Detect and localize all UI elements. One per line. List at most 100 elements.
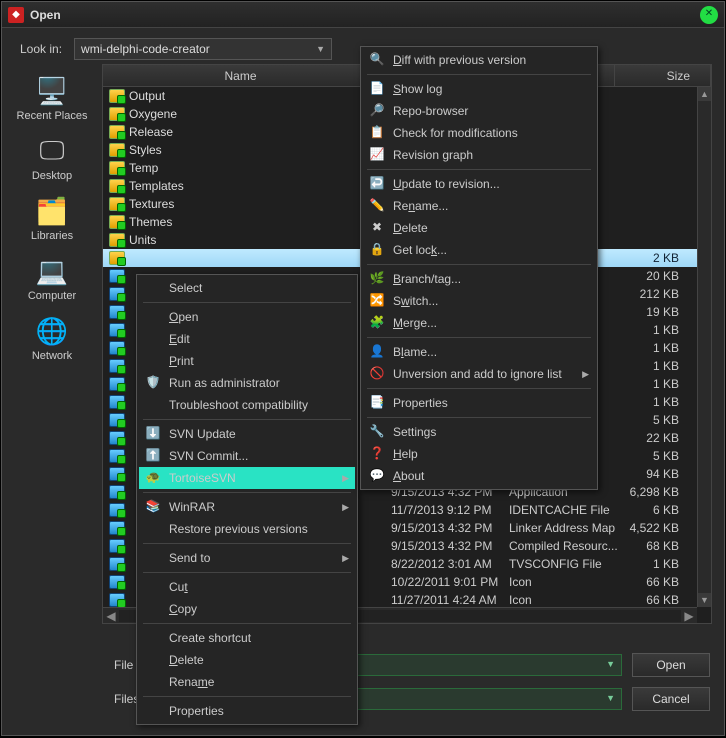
cell-size: 5 KB (623, 449, 683, 463)
menu-item-switch[interactable]: 🔀Switch... (363, 290, 595, 312)
place-icon: 🖥️ (32, 74, 72, 108)
table-row[interactable]: 9/15/2013 4:32 PMCompiled Resourc...68 K… (387, 537, 697, 555)
menu-item-winrar[interactable]: 📚WinRAR▶ (139, 496, 355, 518)
menu-item-svn-commit[interactable]: ⬆️SVN Commit... (139, 445, 355, 467)
menu-item-rename[interactable]: Rename (139, 671, 355, 693)
menu-label: Cut (169, 580, 188, 594)
menu-icon: 🌿 (369, 271, 385, 287)
menu-item-properties[interactable]: 📑Properties (363, 392, 595, 414)
menu-item-delete[interactable]: Delete (139, 649, 355, 671)
menu-label: Revision graph (393, 148, 473, 162)
menu-item-copy[interactable]: Copy (139, 598, 355, 620)
menu-label: Properties (393, 396, 448, 410)
place-network[interactable]: 🌐Network (7, 310, 97, 366)
menu-label: Delete (169, 653, 204, 667)
menu-item-diff-with-previous-version[interactable]: 🔍Diff with previous version (363, 49, 595, 71)
cell-type: Linker Address Map (505, 521, 623, 535)
menu-item-select[interactable]: Select (139, 277, 355, 299)
open-button[interactable]: Open (632, 653, 710, 677)
titlebar: ◆ Open ✕ (2, 2, 724, 28)
menu-label: Delete (393, 221, 428, 235)
menu-item-get-lock[interactable]: 🔒Get lock... (363, 239, 595, 261)
menu-item-delete[interactable]: ✖ Delete (363, 217, 595, 239)
table-row[interactable]: 8/22/2012 3:01 AMTVSCONFIG File1 KB (387, 555, 697, 573)
file-icon (109, 251, 125, 265)
menu-icon: 📈 (369, 147, 385, 163)
menu-item-rename[interactable]: ✏️Rename... (363, 195, 595, 217)
file-icon (109, 359, 125, 373)
place-libraries[interactable]: 🗂️Libraries (7, 190, 97, 246)
menu-item-show-log[interactable]: 📄Show log (363, 78, 595, 100)
lookin-label: Look in: (20, 42, 62, 56)
file-icon (109, 593, 125, 607)
table-row[interactable]: 11/7/2013 9:12 PMIDENTCACHE File6 KB (387, 501, 697, 519)
menu-label: Show log (393, 82, 442, 96)
menu-item-help[interactable]: ❓Help (363, 443, 595, 465)
cell-size: 1 KB (623, 377, 683, 391)
scroll-up-icon[interactable]: ▲ (698, 87, 711, 101)
scroll-down-icon[interactable]: ▼ (698, 593, 711, 607)
chevron-down-icon: ▼ (606, 659, 615, 669)
close-button[interactable]: ✕ (700, 6, 718, 24)
place-desktop[interactable]: 🖵Desktop (7, 130, 97, 186)
scroll-left-icon[interactable]: ◀ (103, 609, 119, 623)
menu-item-tortoisesvn[interactable]: 🐢TortoiseSVN▶ (139, 467, 355, 489)
cell-type: Compiled Resourc... (505, 539, 623, 553)
menu-icon: ✖ (369, 220, 385, 236)
menu-item-run-as-administrator[interactable]: 🛡️Run as administrator (139, 372, 355, 394)
menu-item-branch-tag[interactable]: 🌿Branch/tag... (363, 268, 595, 290)
places-bar: 🖥️ Recent Places 🖵Desktop🗂️Libraries💻Compu… (2, 64, 102, 624)
cell-size: 212 KB (623, 287, 683, 301)
place-computer[interactable]: 💻Computer (7, 250, 97, 306)
menu-item-properties[interactable]: Properties (139, 700, 355, 722)
menu-label: Edit (169, 332, 190, 346)
folder-icon (109, 197, 125, 211)
menu-icon: 👤 (369, 344, 385, 360)
menu-item-about[interactable]: 💬About (363, 465, 595, 487)
menu-item-settings[interactable]: 🔧Settings (363, 421, 595, 443)
menu-label: Merge... (393, 316, 437, 330)
folder-icon (109, 89, 125, 103)
menu-item-troubleshoot-compatibility[interactable]: Troubleshoot compatibility (139, 394, 355, 416)
table-row[interactable]: 9/15/2013 4:32 PMLinker Address Map4,522… (387, 519, 697, 537)
vertical-scrollbar[interactable]: ▲ ▼ (697, 87, 711, 607)
context-menu[interactable]: Select Open Edit Print🛡️Run as administrato… (136, 274, 358, 725)
file-icon (109, 287, 125, 301)
menu-label: Get lock... (393, 243, 447, 257)
menu-item-unversion-and-add-to-ignore-list[interactable]: 🚫Unversion and add to ignore list▶ (363, 363, 595, 385)
menu-item-update-to-revision[interactable]: ↩️Update to revision... (363, 173, 595, 195)
menu-icon: 🐢 (145, 470, 161, 486)
menu-label: Rename... (393, 199, 448, 213)
scroll-right-icon[interactable]: ▶ (681, 609, 697, 623)
menu-item-restore-previous-versions[interactable]: Restore previous versions (139, 518, 355, 540)
place-label: Network (32, 350, 72, 362)
menu-item-send-to[interactable]: Send to▶ (139, 547, 355, 569)
menu-item-blame[interactable]: 👤Blame... (363, 341, 595, 363)
place-recent-places[interactable]: 🖥️ Recent Places (7, 70, 97, 126)
menu-item-edit[interactable]: Edit (139, 328, 355, 350)
col-size[interactable]: Size (615, 65, 711, 86)
menu-item-check-for-modifications[interactable]: 📋Check for modifications (363, 122, 595, 144)
menu-label: Rename (169, 675, 214, 689)
menu-item-merge[interactable]: 🧩Merge... (363, 312, 595, 334)
chevron-down-icon: ▼ (606, 693, 615, 703)
folder-icon (109, 233, 125, 247)
table-row[interactable]: 10/22/2011 9:01 PMIcon66 KB (387, 573, 697, 591)
menu-item-cut[interactable]: Cut (139, 576, 355, 598)
place-label: Recent Places (17, 110, 88, 122)
folder-name: Templates (129, 179, 184, 193)
tortoisesvn-submenu[interactable]: 🔍Diff with previous version 📄Show log🔎Rep… (360, 46, 598, 490)
folder-name: Temp (129, 161, 158, 175)
cancel-button[interactable]: Cancel (632, 687, 710, 711)
menu-item-repo-browser[interactable]: 🔎Repo-browser (363, 100, 595, 122)
menu-item-revision-graph[interactable]: 📈 Revision graph (363, 144, 595, 166)
cell-date: 10/22/2011 9:01 PM (387, 575, 505, 589)
menu-label: Settings (393, 425, 436, 439)
menu-item-print[interactable]: Print (139, 350, 355, 372)
menu-item-open[interactable]: Open (139, 306, 355, 328)
menu-label: Switch... (393, 294, 438, 308)
lookin-combo[interactable]: wmi-delphi-code-creator ▼ (74, 38, 332, 60)
col-name[interactable]: Name (103, 65, 379, 86)
menu-item-svn-update[interactable]: ⬇️SVN Update (139, 423, 355, 445)
menu-item-create-shortcut[interactable]: Create shortcut (139, 627, 355, 649)
